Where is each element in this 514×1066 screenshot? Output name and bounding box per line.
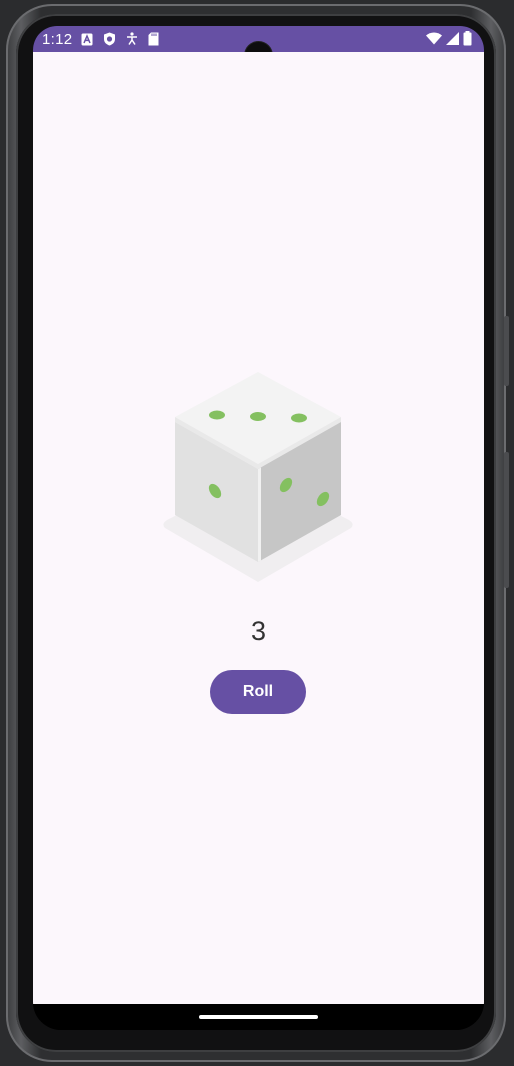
- dice-pip: [209, 410, 225, 420]
- cell-signal-icon: [446, 32, 459, 45]
- accessibility-icon: [127, 32, 137, 45]
- notification-icons: [81, 32, 159, 46]
- battery-icon: [463, 31, 472, 46]
- system-icons: [426, 31, 472, 46]
- sd-card-icon: [148, 32, 159, 46]
- volume-button: [504, 452, 509, 588]
- status-time: 1:12: [42, 31, 73, 48]
- dice-image: [163, 372, 353, 582]
- roll-button[interactable]: Roll: [210, 670, 306, 714]
- screen: 1:12 3 Roll: [33, 26, 484, 1030]
- power-button: [504, 316, 509, 386]
- font-a-icon: [81, 33, 93, 45]
- dice-roller-app: 3 Roll: [33, 52, 484, 1004]
- home-gesture-handle[interactable]: [199, 1015, 318, 1019]
- navigation-bar: [33, 1004, 484, 1030]
- roll-result-text: 3: [250, 616, 267, 646]
- dice-pip: [291, 413, 307, 423]
- wifi-icon: [426, 32, 442, 45]
- shield-play-icon: [104, 32, 115, 46]
- dice-pip: [250, 412, 266, 421]
